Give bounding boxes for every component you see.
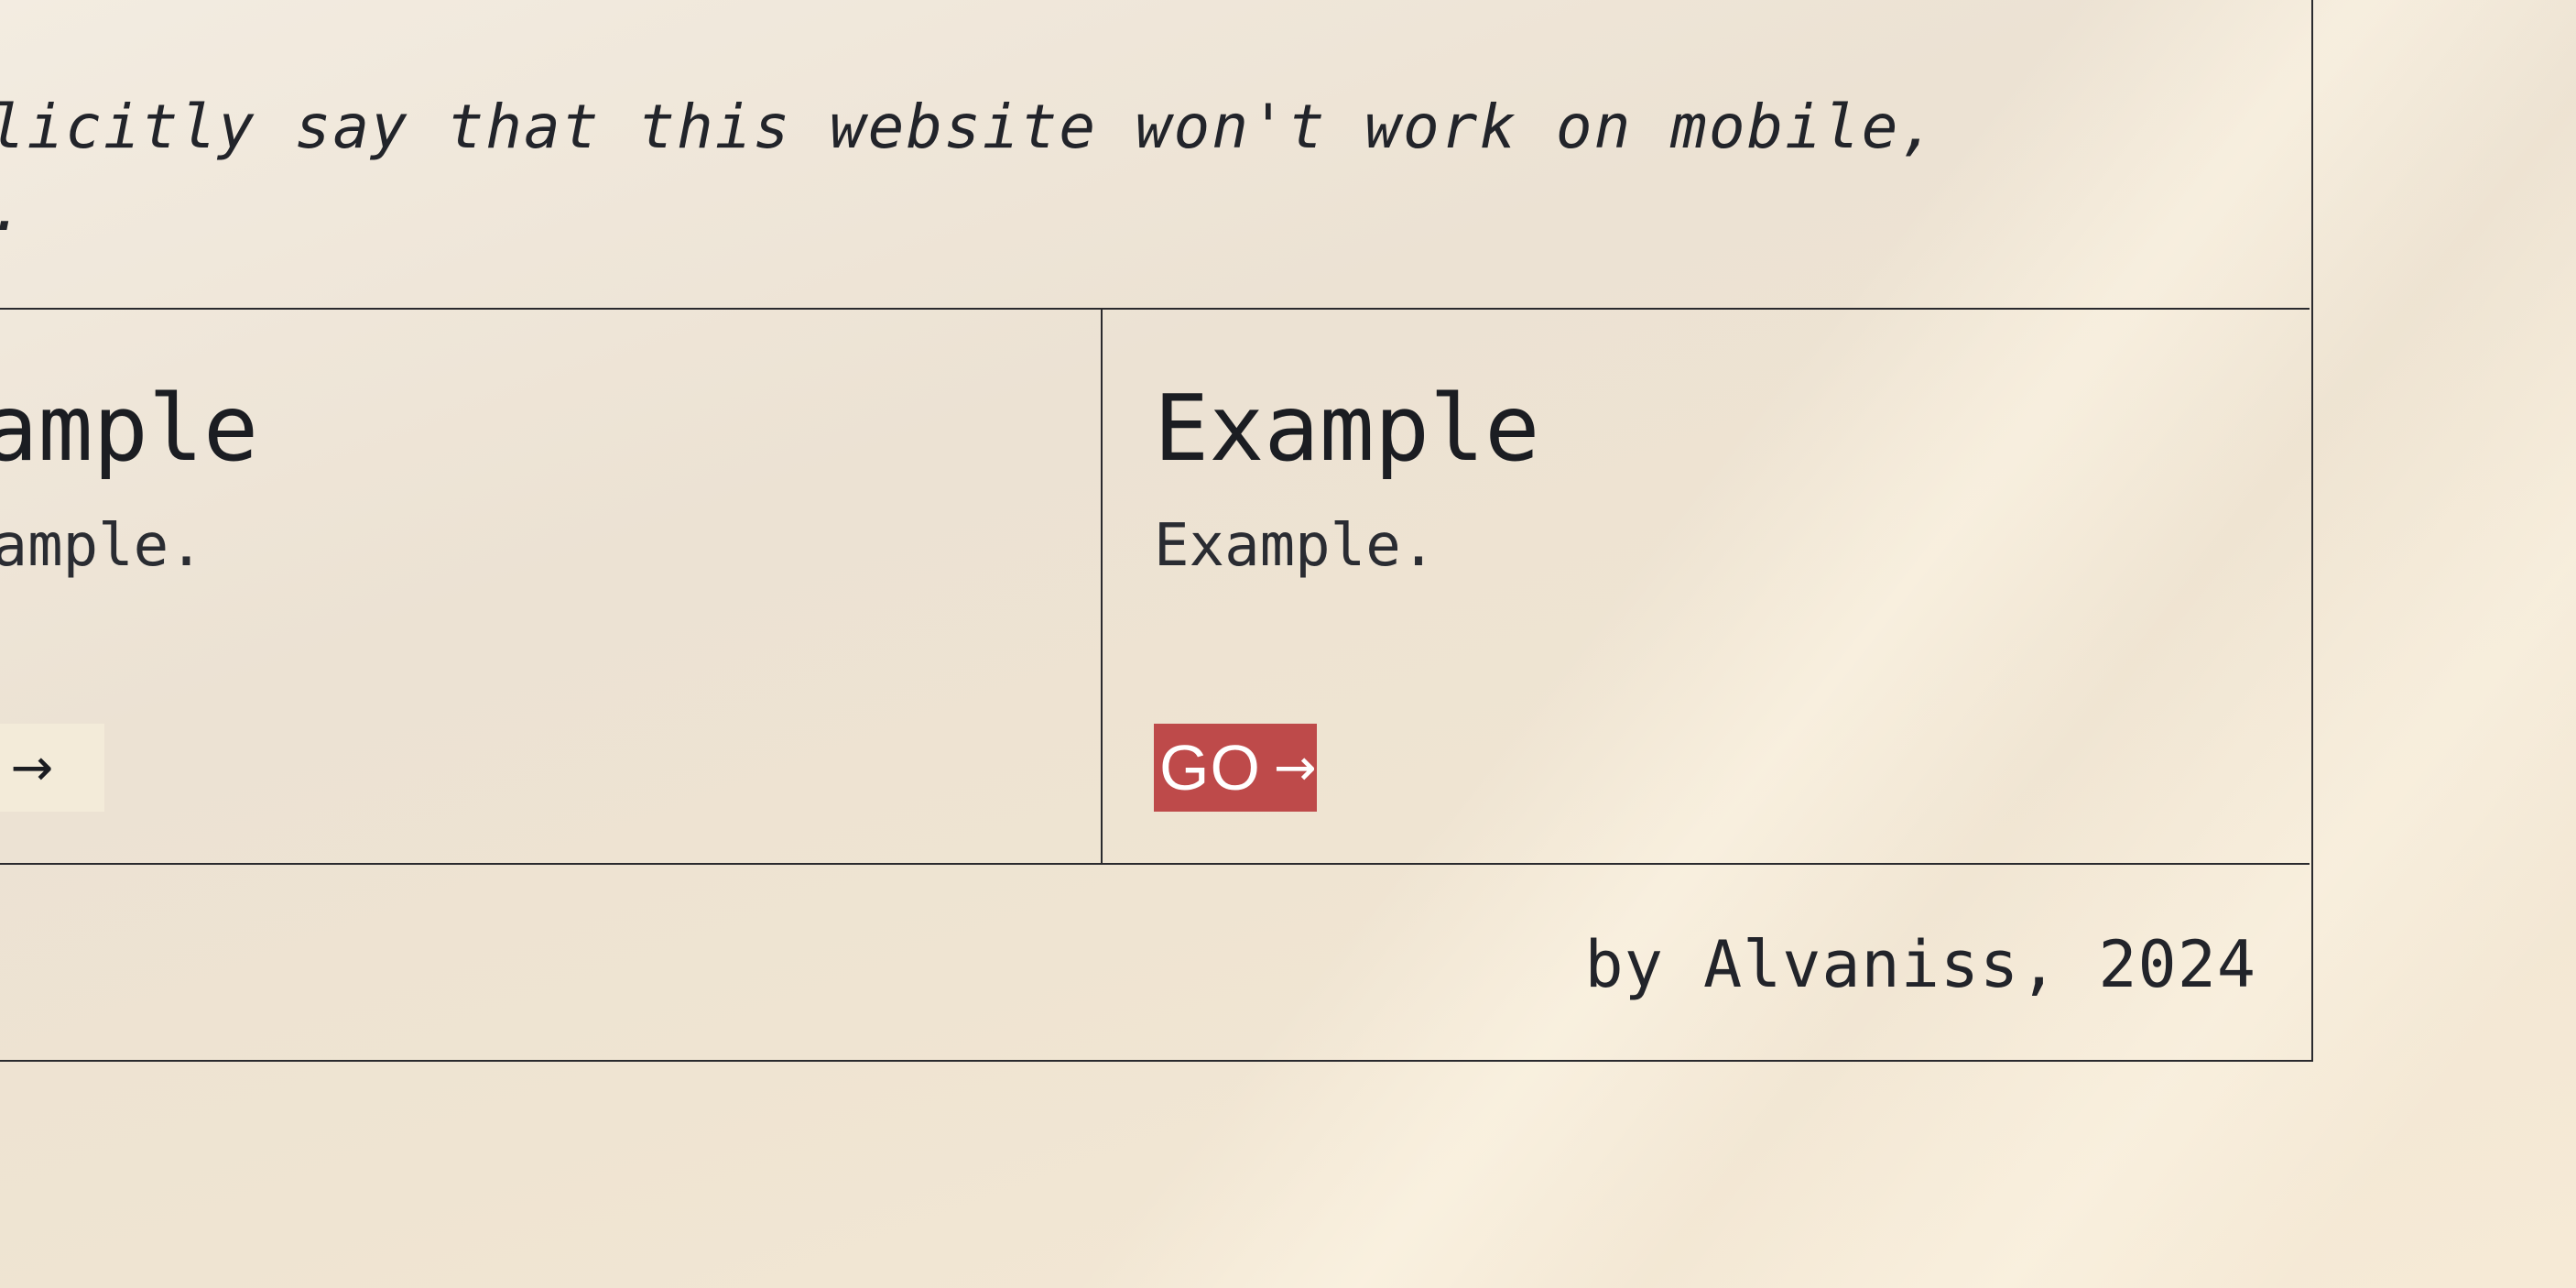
go-button-left[interactable]: O → <box>0 724 104 812</box>
notice-text: plicitly say that this website won't wor… <box>0 86 2167 251</box>
example-card-left: xample xample. O → <box>0 310 1103 865</box>
arrow-right-icon: → <box>10 737 55 798</box>
footer: by Alvaniss, 2024 <box>0 865 2310 1062</box>
notice-line-2: C. <box>0 174 27 245</box>
go-button-right[interactable]: GO → <box>1154 724 1317 812</box>
page-frame: plicitly say that this website won't wor… <box>0 0 2313 1062</box>
arrow-right-icon: → <box>1273 737 1318 798</box>
card-title: xample <box>0 375 259 482</box>
mobile-notice: plicitly say that this website won't wor… <box>0 0 2310 310</box>
example-card-right: Example Example. GO → <box>1103 310 2310 865</box>
card-title: Example <box>1154 375 1540 482</box>
go-button-label: GO <box>1159 732 1261 803</box>
card-description: xample. <box>0 512 204 580</box>
notice-line-1: plicitly say that this website won't wor… <box>0 92 1939 162</box>
card-description: Example. <box>1154 512 1437 580</box>
footer-credit: by Alvaniss, 2024 <box>1584 927 2256 1002</box>
